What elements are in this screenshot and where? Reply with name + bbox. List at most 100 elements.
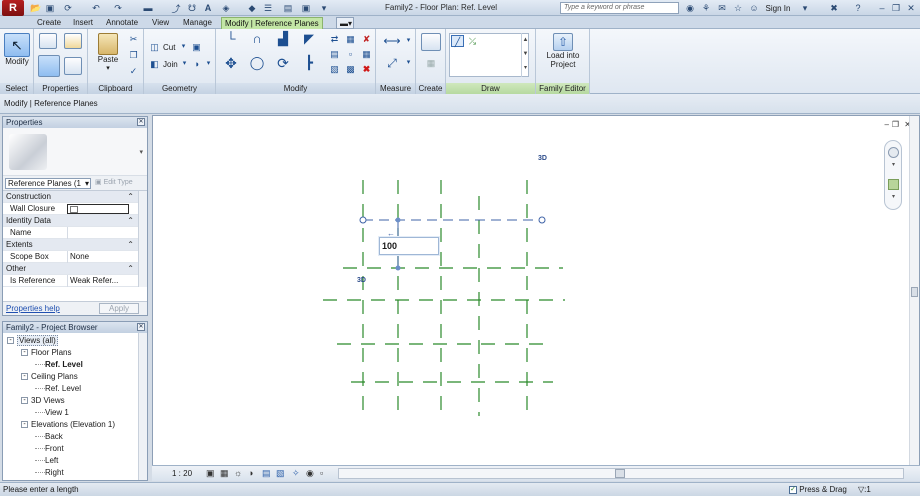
family-types-icon[interactable] xyxy=(64,33,82,49)
move-icon[interactable]: ✥ xyxy=(222,56,240,75)
cut-geometry-button[interactable]: Cut xyxy=(163,43,175,52)
binoculars-icon[interactable]: ◉ xyxy=(684,2,696,14)
dimension-input[interactable]: 100 xyxy=(379,237,439,255)
delete-icon[interactable]: ✖ xyxy=(360,63,373,75)
browser-node[interactable]: - Views (all) xyxy=(7,335,58,347)
array-icon[interactable]: ▦ xyxy=(344,33,357,45)
modify-button[interactable]: ↖ Modify xyxy=(3,33,31,66)
analytical-model-icon[interactable]: ▫ xyxy=(320,468,323,478)
dimension-grip-top[interactable] xyxy=(395,217,401,223)
tab-annotate[interactable]: Annotate xyxy=(103,17,141,29)
ribbon-minimize-toggle[interactable]: ▬▾ xyxy=(336,17,354,29)
properties-scrollbar[interactable] xyxy=(138,191,147,287)
create-similar-icon[interactable] xyxy=(421,33,441,51)
browser-scrollbar[interactable] xyxy=(138,333,147,480)
sun-path-icon[interactable]: ☼ xyxy=(234,468,242,478)
section-icon[interactable]: ◆ xyxy=(246,2,258,14)
drawing-area[interactable]: – ❐ ✕ ▾ ▾ ← 100 3D 3D xyxy=(152,115,920,481)
split-face-icon[interactable]: ▣ xyxy=(190,41,203,53)
apply-button[interactable]: Apply xyxy=(99,303,139,314)
browser-node[interactable]: - Elevations (Elevation 1) xyxy=(21,419,115,431)
tab-manage[interactable]: Manage xyxy=(180,17,215,29)
unpin-icon[interactable]: ▫ xyxy=(344,48,357,60)
crop-view-icon[interactable]: ▤ xyxy=(262,468,271,479)
type-properties-icon[interactable] xyxy=(39,33,57,49)
favorites-icon[interactable]: ☆ xyxy=(732,2,744,14)
match-type-icon[interactable]: ✓ xyxy=(127,65,140,77)
redo-icon[interactable]: ↷ xyxy=(112,2,124,14)
type-gallery-dropdown-icon[interactable]: ▾ xyxy=(139,148,143,156)
is-reference-field[interactable]: Weak Refer... xyxy=(67,275,129,287)
browser-node[interactable]: - Ceiling Plans xyxy=(21,371,78,383)
properties-palette-icon[interactable] xyxy=(38,55,60,77)
browser-node[interactable]: Front xyxy=(35,443,64,455)
restore-window-icon[interactable]: ❐ xyxy=(890,2,902,14)
browser-node[interactable]: Back xyxy=(35,431,63,443)
minimize-window-icon[interactable]: – xyxy=(876,2,888,14)
communication-icon[interactable]: ✉ xyxy=(716,2,728,14)
tag-icon[interactable]: ☋ xyxy=(186,2,198,14)
sync-icon[interactable]: ⟳ xyxy=(62,2,74,14)
tab-insert[interactable]: Insert xyxy=(70,17,96,29)
section-identity-data[interactable]: Identity Data ⌃ xyxy=(3,215,147,227)
properties-help-link[interactable]: Properties help xyxy=(6,304,60,313)
browser-node[interactable]: - Floor Plans xyxy=(21,347,71,359)
scale-icon[interactable]: ▤ xyxy=(328,48,341,60)
trim-extend-icon[interactable]: ┣ xyxy=(300,56,318,75)
thin-lines-icon[interactable]: ☰ xyxy=(262,2,274,14)
tab-modify-reference-planes[interactable]: Modify | Reference Planes xyxy=(221,17,323,29)
subscription-icon[interactable]: ⚘ xyxy=(700,2,712,14)
mirror-pick-axis-icon[interactable]: ▟ xyxy=(274,32,292,51)
load-into-project-button[interactable]: ⇧ Load into Project xyxy=(541,33,585,69)
copy-icon[interactable]: ❐ xyxy=(127,49,140,61)
canvas-vertical-scrollbar[interactable] xyxy=(909,116,919,466)
cut-dropdown-icon[interactable]: ▾ xyxy=(177,41,190,53)
section-other[interactable]: Other ⌃ xyxy=(3,263,147,275)
browser-node[interactable]: Ref. Level xyxy=(35,359,83,371)
draw-gallery-scroll[interactable]: ▲ ▼ ▾ xyxy=(521,33,529,77)
paste-button[interactable]: Paste ▾ xyxy=(94,33,122,73)
sign-in-button[interactable]: Sign In xyxy=(762,2,794,14)
section-construction[interactable]: Construction ⌃ xyxy=(3,191,147,203)
dimension-dropdown-icon[interactable]: ▾ xyxy=(402,57,415,69)
open-icon[interactable]: 📂 xyxy=(30,2,42,14)
tree-toggle-icon[interactable]: - xyxy=(7,337,14,345)
pin-icon[interactable]: ✘ xyxy=(360,33,373,45)
cope-icon[interactable]: ◫ xyxy=(148,41,161,53)
save-icon[interactable]: ▣ xyxy=(44,2,56,14)
browser-node[interactable]: Left xyxy=(35,455,58,467)
align-icon[interactable]: └ xyxy=(222,32,240,51)
tree-toggle-icon[interactable]: - xyxy=(21,349,28,357)
vertical-scroll-thumb[interactable] xyxy=(911,287,918,297)
offset-icon[interactable]: ∩ xyxy=(248,32,266,51)
switch-windows-icon[interactable]: ▣ xyxy=(300,2,312,14)
rotate-icon[interactable]: ⟳ xyxy=(274,56,292,75)
paint-dropdown-icon[interactable]: ▾ xyxy=(202,58,215,70)
browser-close-icon[interactable]: ✕ xyxy=(137,323,145,331)
line-draw-icon[interactable]: ╱ xyxy=(451,35,464,47)
horizontal-scroll-thumb[interactable] xyxy=(615,469,625,478)
aligned-dimension-icon[interactable]: ⤢ xyxy=(382,57,402,69)
press-drag-toggle[interactable]: ✓ Press & Drag xyxy=(789,483,847,496)
visual-style-icon[interactable]: ▦ xyxy=(220,468,229,479)
reveal-hidden-icon[interactable]: ◉ xyxy=(306,468,314,479)
3d-view-tag[interactable]: 3D xyxy=(357,277,366,284)
tab-create[interactable]: Create xyxy=(34,17,64,29)
browser-node[interactable]: Ref. Level xyxy=(35,383,81,395)
measure-between-icon[interactable]: ⟷ xyxy=(382,35,402,47)
tree-toggle-icon[interactable]: - xyxy=(21,421,28,429)
browser-node[interactable]: -3D Views xyxy=(21,395,65,407)
draw-gallery[interactable]: ╱ ⤰ xyxy=(449,33,529,77)
copy-element-icon[interactable]: ◯ xyxy=(248,56,266,75)
tree-toggle-icon[interactable]: - xyxy=(21,397,28,405)
split-element-icon[interactable]: ⇄ xyxy=(328,33,341,45)
type-selector-dropdown[interactable]: Reference Planes (1 ▾ xyxy=(5,178,91,189)
canvas-horizontal-scrollbar[interactable] xyxy=(338,468,904,479)
mirror-draw-axis-icon[interactable]: ◤ xyxy=(300,32,318,51)
measure-icon[interactable]: ▬ xyxy=(142,2,154,14)
3d-view-tag[interactable]: 3D xyxy=(538,155,547,162)
trim-multiple-icon[interactable]: ▦ xyxy=(360,48,373,60)
browser-node[interactable]: View 1 xyxy=(35,407,69,419)
measure-dropdown-icon[interactable]: ▾ xyxy=(402,35,415,47)
section-extents[interactable]: Extents ⌃ xyxy=(3,239,147,251)
